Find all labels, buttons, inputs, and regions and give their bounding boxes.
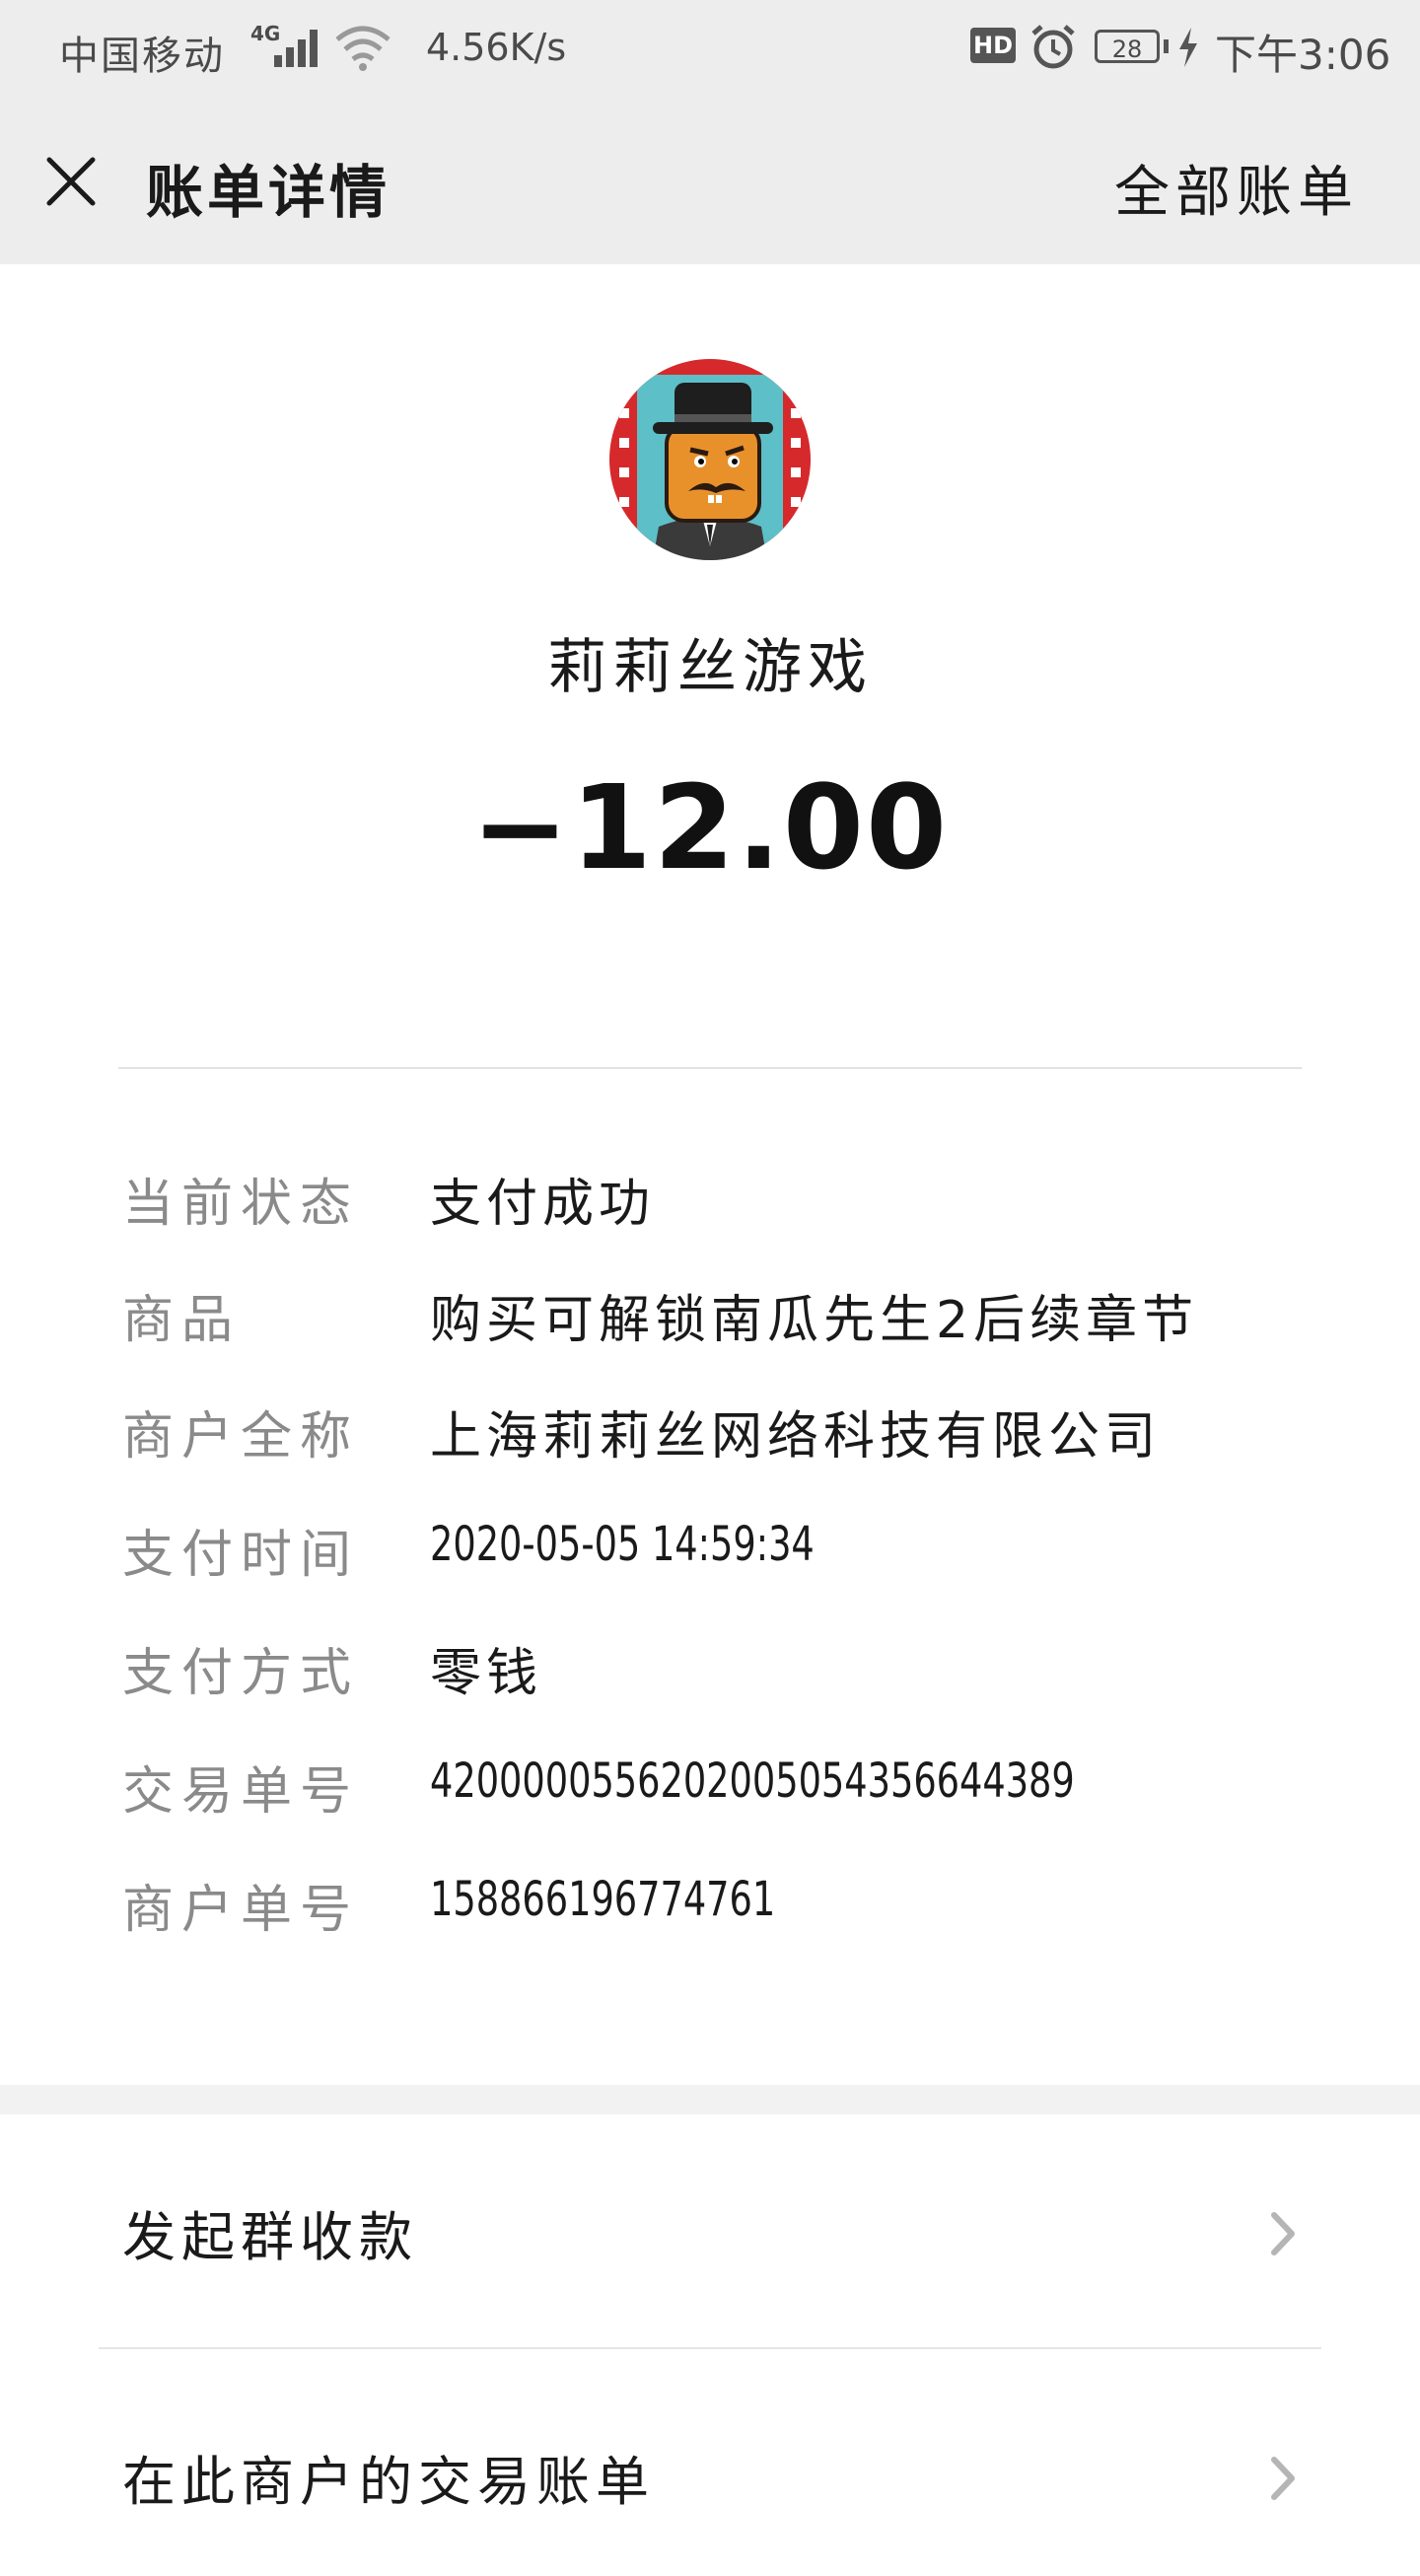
battery-nub <box>1164 39 1169 53</box>
all-bills-link[interactable]: 全部账单 <box>1114 148 1359 228</box>
alarm-icon <box>1031 25 1075 69</box>
group-collect-button[interactable]: 发起群收款 <box>0 2114 1420 2341</box>
chevron-right-icon <box>1271 2457 1295 2500</box>
detail-value: 支付成功 <box>430 1175 656 1234</box>
action-label: 在此商户的交易账单 <box>122 2451 655 2513</box>
navigation-bar: 账单详情 全部账单 <box>0 99 1420 264</box>
detail-row-merchant-order-id: 商户单号 158866196774761 <box>122 1868 1306 1947</box>
merchant-transactions-button[interactable]: 在此商户的交易账单 <box>0 2349 1420 2576</box>
signal-icon <box>274 30 318 67</box>
detail-row-product: 商品 购买可解锁南瓜先生2后续章节 <box>122 1278 1306 1357</box>
detail-value: 上海莉莉丝网络科技有限公司 <box>430 1407 1162 1467</box>
detail-label: 商户单号 <box>122 1881 360 1940</box>
action-label: 发起群收款 <box>122 2206 418 2268</box>
section-separator <box>0 2085 1420 2114</box>
detail-row-transaction-id: 交易单号 4200000556202005054356644389 <box>122 1750 1306 1828</box>
wifi-icon <box>335 26 390 71</box>
close-icon[interactable] <box>39 150 103 213</box>
detail-label: 交易单号 <box>122 1762 360 1822</box>
section-divider <box>118 1067 1302 1069</box>
detail-value: 2020-05-05 14:59:34 <box>430 1517 815 1572</box>
detail-row-payment-method: 支付方式 零钱 <box>122 1631 1306 1710</box>
mr-pumpkin-avatar <box>609 359 811 560</box>
page-title: 账单详情 <box>146 159 391 226</box>
detail-label: 支付方式 <box>122 1644 360 1703</box>
battery-indicator: 28 <box>1095 30 1160 63</box>
detail-row-status: 当前状态 支付成功 <box>122 1162 1306 1241</box>
carrier-label: 中国移动 <box>59 34 225 79</box>
charging-icon <box>1179 28 1197 67</box>
chevron-right-icon <box>1271 2212 1295 2255</box>
detail-label: 当前状态 <box>122 1175 360 1234</box>
detail-value[interactable]: 158866196774761 <box>430 1872 775 1927</box>
detail-row-payment-time: 支付时间 2020-05-05 14:59:34 <box>122 1513 1306 1592</box>
network-speed: 4.56K/s <box>426 26 567 69</box>
detail-value: 零钱 <box>430 1644 543 1703</box>
detail-value: 购买可解锁南瓜先生2后续章节 <box>430 1291 1199 1350</box>
detail-row-merchant-fullname: 商户全称 上海莉莉丝网络科技有限公司 <box>122 1395 1306 1473</box>
merchant-avatar <box>609 359 811 560</box>
status-bar: 中国移动 4G 4.56K/s HD 28 下午3:06 <box>0 0 1420 99</box>
detail-label: 商品 <box>122 1291 242 1350</box>
hd-badge: HD <box>970 28 1016 63</box>
detail-label: 商户全称 <box>122 1407 360 1467</box>
merchant-name: 莉莉丝游戏 <box>547 633 873 702</box>
detail-label: 支付时间 <box>122 1526 360 1585</box>
detail-value[interactable]: 4200000556202005054356644389 <box>430 1753 1075 1809</box>
clock: 下午3:06 <box>1215 31 1391 79</box>
transaction-amount: −12.00 <box>470 759 950 895</box>
